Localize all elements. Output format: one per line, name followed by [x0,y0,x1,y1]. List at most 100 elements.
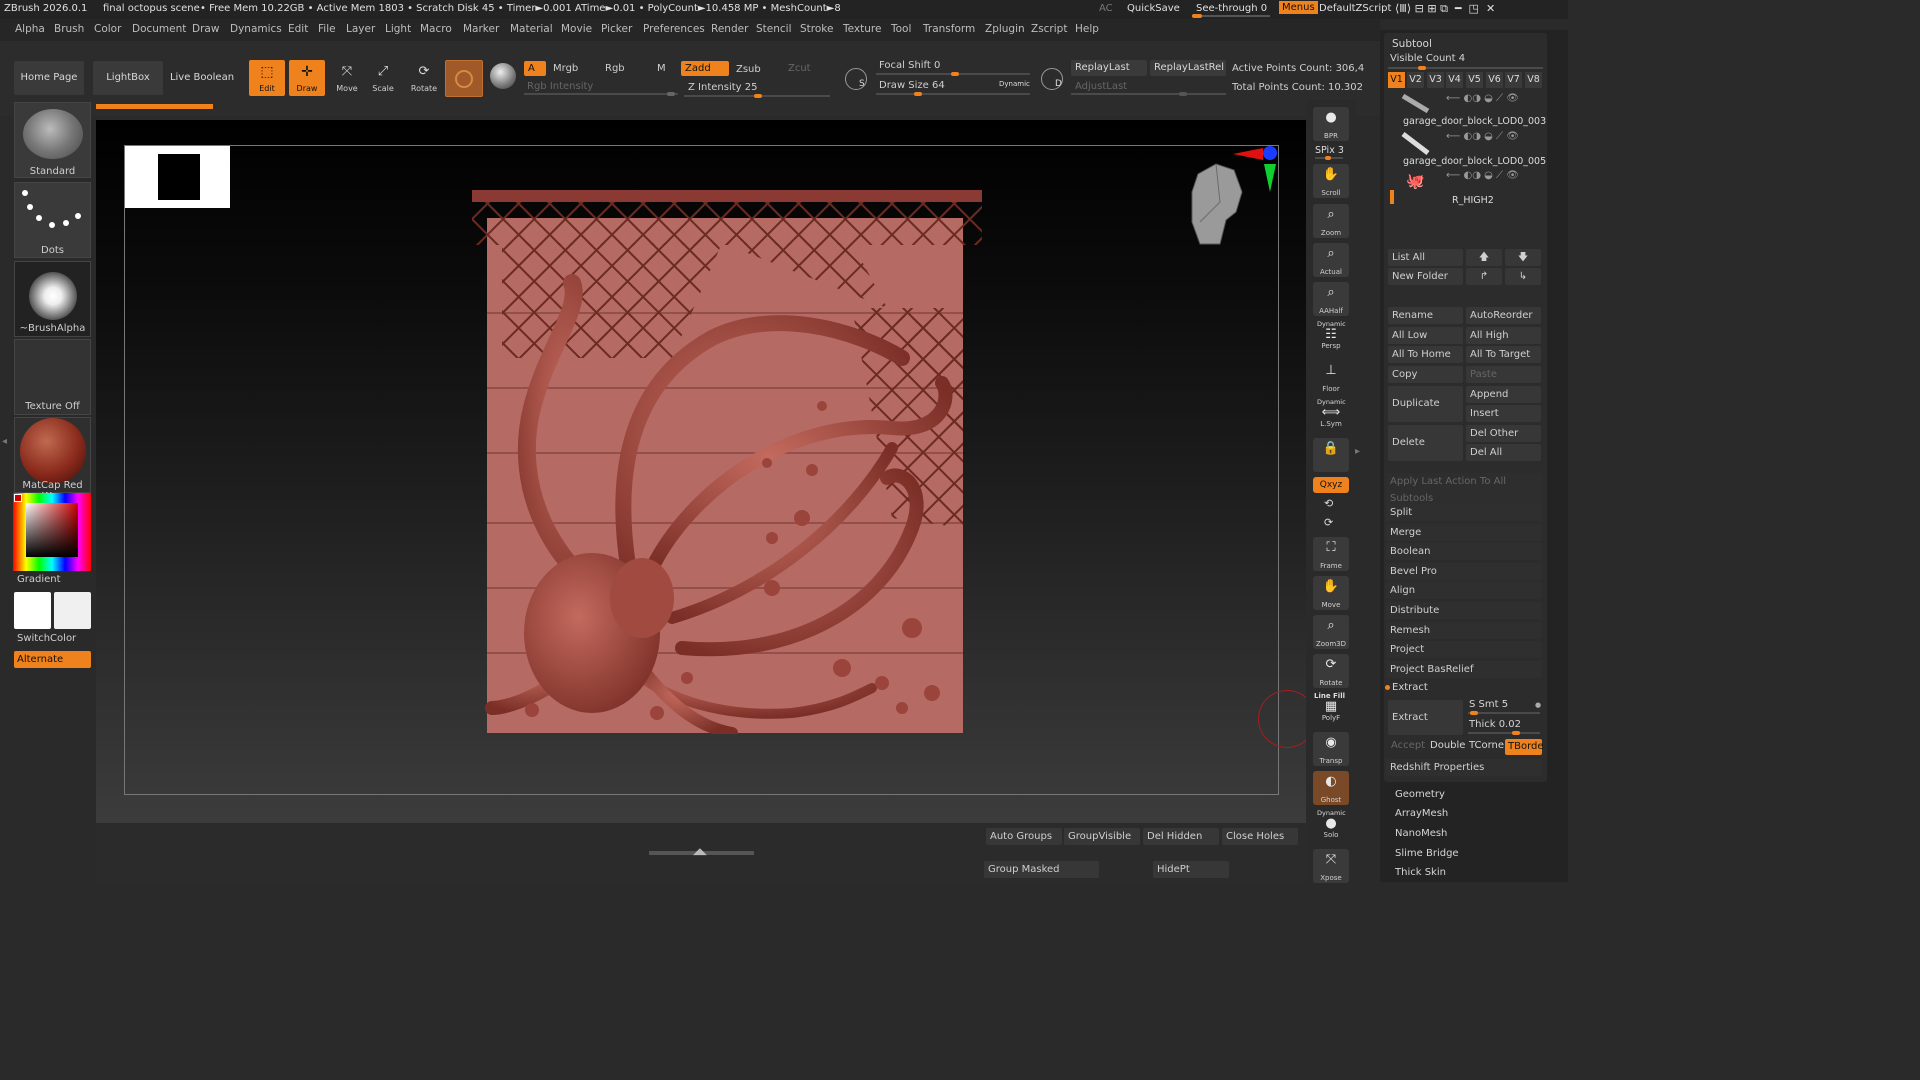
lightbox-button[interactable]: LightBox [93,61,163,95]
menu-document[interactable]: Document [132,23,186,35]
draw-size-slider[interactable] [876,92,1030,96]
subtool-item-2[interactable]: garage_door_block_LOD0_005 [1403,156,1546,167]
zadd-toggle[interactable]: Zadd [681,61,729,76]
material-swatch[interactable] [445,60,483,97]
z-rotate-icon[interactable]: ⟳ [1324,516,1333,529]
extract-section[interactable]: Extract [1392,682,1428,693]
menu-texture[interactable]: Texture [843,23,881,35]
focal-shift-label[interactable]: Focal Shift 0 [879,60,940,71]
lock-button[interactable]: 🔒 [1313,438,1349,472]
version-tab-v2[interactable]: V2 [1407,72,1424,88]
see-through-slider[interactable]: See-through 0 [1196,3,1267,14]
align-section[interactable]: Align [1386,582,1542,599]
remesh-section[interactable]: Remesh [1386,622,1542,639]
navigator-thumb[interactable] [125,146,230,208]
alternate-button[interactable]: Alternate [14,651,91,668]
insert-button[interactable]: Insert [1466,405,1541,422]
auto-groups-button[interactable]: Auto Groups [986,828,1062,845]
subtool-3-toggles-icon[interactable]: ⟵ ◐◑ ◒ ⟋ 👁 [1446,170,1519,181]
persp-button[interactable]: ☷ Persp [1313,327,1349,351]
version-tab-v4[interactable]: V4 [1446,72,1463,88]
draw-button[interactable]: ✛ Draw [289,60,325,96]
menu-color[interactable]: Color [94,23,121,35]
all-high-button[interactable]: All High [1466,327,1541,344]
zsub-toggle[interactable]: Zsub [736,64,761,75]
polyf-button[interactable]: ▦ PolyF [1313,699,1349,723]
version-tab-v7[interactable]: V7 [1505,72,1522,88]
menu-dynamics[interactable]: Dynamics [230,23,282,35]
floor-button[interactable]: ⊥ Floor [1313,360,1349,394]
adjust-last-slider[interactable] [1071,92,1226,96]
replay-last-rel-button[interactable]: ReplayLastRel [1150,60,1226,76]
rotate-view-button[interactable]: ⟳ Rotate [1313,654,1349,688]
boolean-section[interactable]: Boolean [1386,543,1542,560]
split-section[interactable]: Split [1386,504,1542,521]
project-section[interactable]: Project [1386,641,1542,658]
xyz-button[interactable]: Qxyz [1313,477,1349,493]
menu-marker[interactable]: Marker [463,23,499,35]
menu-preferences[interactable]: Preferences [643,23,705,35]
bpr-button[interactable]: ● BPR [1313,107,1349,141]
rgb-intensity-slider[interactable] [524,92,678,96]
expand-bottom-icon[interactable]: ◢◣ [693,847,707,857]
visible-count-label[interactable]: Visible Count 4 [1390,53,1465,64]
list-all-button[interactable]: List All [1388,249,1463,266]
version-tab-v5[interactable]: V5 [1466,72,1483,88]
rgb-intensity-label[interactable]: Rgb Intensity [527,81,593,92]
version-tab-v8[interactable]: V8 [1525,72,1542,88]
secondary-color-swatch[interactable] [54,592,91,629]
draw-size-label[interactable]: Draw Size 64 [879,80,945,91]
extract-button[interactable]: Extract [1388,700,1463,735]
menus-button[interactable]: Menus [1279,1,1318,14]
subtool-item-1[interactable]: garage_door_block_LOD0_003 [1403,116,1546,127]
redshift-properties-section[interactable]: Redshift Properties [1386,759,1542,776]
move-down-icon[interactable]: 🡇 [1505,249,1541,266]
visible-count-slider[interactable] [1388,66,1543,70]
home-page-button[interactable]: Home Page [14,61,84,95]
aahalf-button[interactable]: ⌕ AAHalf [1313,282,1349,316]
close-holes-button[interactable]: Close Holes [1222,828,1298,845]
del-all-button[interactable]: Del All [1466,444,1541,461]
all-low-button[interactable]: All Low [1388,327,1463,344]
thick-slider[interactable] [1468,731,1540,735]
merge-section[interactable]: Merge [1386,524,1542,541]
menu-tool[interactable]: Tool [891,23,911,35]
version-tab-v1[interactable]: V1 [1388,72,1405,88]
thick-skin-section[interactable]: Thick Skin [1395,867,1446,878]
rotate-button[interactable]: ⟳ Rotate [407,60,441,96]
subtool-thumb-3[interactable]: 🐙 [1406,172,1428,198]
subtool-title[interactable]: Subtool [1392,38,1432,50]
nanomesh-section[interactable]: NanoMesh [1395,828,1447,839]
menu-stroke[interactable]: Stroke [800,23,833,35]
s-circle-icon[interactable]: S [845,68,867,90]
menu-edit[interactable]: Edit [288,23,308,35]
axis-gizmo-icon[interactable] [1229,144,1285,194]
collapse-left-icon[interactable]: ◂ [2,436,7,447]
folder-up-icon[interactable]: ↱ [1466,268,1502,285]
actual-button[interactable]: ⌕ Actual [1313,243,1349,277]
frame-button[interactable]: ⛶ Frame [1313,537,1349,571]
bevel-pro-section[interactable]: Bevel Pro [1386,563,1542,580]
geometry-section[interactable]: Geometry [1395,789,1445,800]
tborde-toggle[interactable]: TBorde [1505,739,1544,755]
move-button[interactable]: ⤧ Move [330,60,364,96]
menu-render[interactable]: Render [711,23,748,35]
menu-material[interactable]: Material [510,23,553,35]
quicksave-button[interactable]: QuickSave [1127,3,1180,14]
collapse-right-icon[interactable]: ▸ [1355,446,1360,457]
zoom3d-button[interactable]: ⌕ Zoom3D [1313,615,1349,649]
duplicate-button[interactable]: Duplicate [1388,386,1463,422]
sphere-brush-icon[interactable] [490,63,516,89]
del-hidden-button[interactable]: Del Hidden [1143,828,1219,845]
del-other-button[interactable]: Del Other [1466,425,1541,442]
group-masked-button[interactable]: Group Masked [984,861,1099,878]
octopus-sculpt[interactable] [472,188,988,734]
version-tab-v6[interactable]: V6 [1486,72,1503,88]
delete-button[interactable]: Delete [1388,425,1463,461]
menu-draw[interactable]: Draw [192,23,219,35]
ac-label[interactable]: AC [1099,3,1113,14]
version-tab-v3[interactable]: V3 [1427,72,1444,88]
s-smt-label[interactable]: S Smt 5 [1469,699,1508,710]
auto-reorder-button[interactable]: AutoReorder [1466,307,1541,324]
focal-shift-slider[interactable] [876,72,1030,76]
